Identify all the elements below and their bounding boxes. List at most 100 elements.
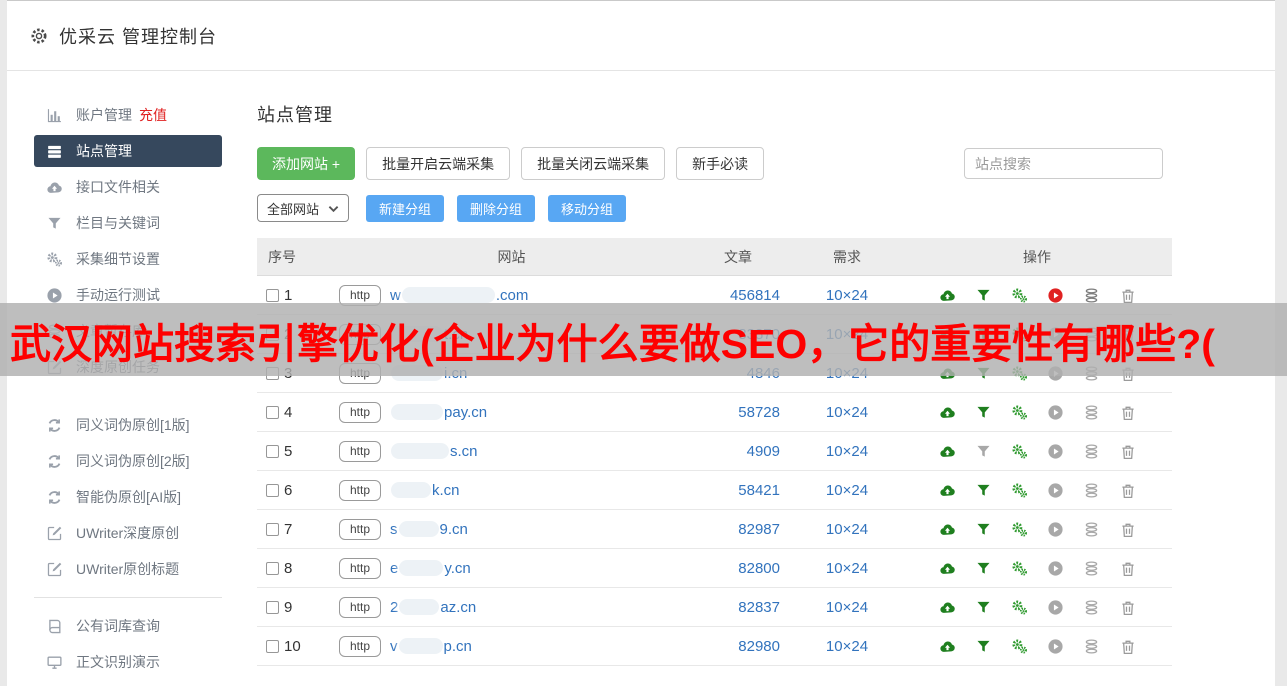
trash-icon[interactable] bbox=[1119, 287, 1136, 304]
site-domain-link[interactable]: s 9.cn bbox=[390, 521, 468, 538]
database-icon[interactable] bbox=[1083, 287, 1100, 304]
new-group-button[interactable]: 新建分组 bbox=[366, 194, 445, 222]
http-protocol-chip[interactable]: http bbox=[339, 635, 382, 657]
cloud-upload-icon[interactable] bbox=[939, 287, 956, 304]
filter-icon[interactable] bbox=[975, 482, 992, 499]
filter-icon[interactable] bbox=[975, 287, 992, 304]
filter-icon[interactable] bbox=[975, 560, 992, 577]
cloud-upload-icon[interactable] bbox=[939, 521, 956, 538]
site-domain-link[interactable]: e y.cn bbox=[390, 560, 471, 577]
row-checkbox[interactable] bbox=[266, 639, 279, 653]
sidebar-item-1-2[interactable]: 智能伪原创[AI版] bbox=[34, 479, 222, 515]
http-protocol-chip[interactable]: http bbox=[339, 479, 382, 501]
recharge-link[interactable]: 充值 bbox=[139, 105, 167, 125]
play-icon[interactable] bbox=[1047, 599, 1064, 616]
trash-icon[interactable] bbox=[1119, 599, 1136, 616]
row-checkbox[interactable] bbox=[266, 444, 279, 458]
batch-close-collect-button[interactable]: 批量关闭云端采集 bbox=[521, 147, 666, 180]
sidebar-item-2-1[interactable]: 正文识别演示 bbox=[34, 644, 222, 680]
cloud-upload-icon[interactable] bbox=[939, 638, 956, 655]
gears-icon[interactable] bbox=[1011, 599, 1028, 616]
database-icon[interactable] bbox=[1083, 638, 1100, 655]
filter-icon[interactable] bbox=[975, 599, 992, 616]
cloud-upload-icon[interactable] bbox=[939, 599, 956, 616]
sidebar-item-1-4[interactable]: UWriter原创标题 bbox=[34, 551, 222, 587]
row-checkbox[interactable] bbox=[266, 600, 279, 614]
filter-icon[interactable] bbox=[975, 521, 992, 538]
sidebar-item-0-1[interactable]: 站点管理 bbox=[34, 135, 222, 167]
row-checkbox[interactable] bbox=[266, 288, 279, 302]
sidebar-item-0-4[interactable]: 采集细节设置 bbox=[34, 241, 222, 277]
trash-icon[interactable] bbox=[1119, 521, 1136, 538]
cloud-upload-icon[interactable] bbox=[939, 560, 956, 577]
filter-icon[interactable] bbox=[975, 404, 992, 421]
row-checkbox[interactable] bbox=[266, 405, 279, 419]
gears-icon[interactable] bbox=[1011, 521, 1028, 538]
article-count-link[interactable]: 82837 bbox=[684, 599, 792, 616]
play-icon[interactable] bbox=[1047, 443, 1064, 460]
article-count-link[interactable]: 58421 bbox=[684, 482, 792, 499]
trash-icon[interactable] bbox=[1119, 638, 1136, 655]
gears-icon[interactable] bbox=[1011, 287, 1028, 304]
gears-icon[interactable] bbox=[1011, 404, 1028, 421]
group-select[interactable]: 全部网站 bbox=[257, 194, 349, 222]
gears-icon[interactable] bbox=[1011, 638, 1028, 655]
filter-icon[interactable] bbox=[975, 443, 992, 460]
site-domain-link[interactable]: s.cn bbox=[390, 443, 478, 460]
site-domain-link[interactable]: w .com bbox=[390, 287, 528, 304]
filter-icon[interactable] bbox=[975, 638, 992, 655]
site-domain-link[interactable]: k.cn bbox=[390, 482, 460, 499]
play-icon[interactable] bbox=[1047, 521, 1064, 538]
article-count-link[interactable]: 82980 bbox=[684, 638, 792, 655]
article-count-link[interactable]: 4909 bbox=[684, 443, 792, 460]
article-count-link[interactable]: 82800 bbox=[684, 560, 792, 577]
delete-group-button[interactable]: 删除分组 bbox=[457, 194, 536, 222]
sidebar-item-1-1[interactable]: 同义词伪原创[2版] bbox=[34, 443, 222, 479]
article-count-link[interactable]: 58728 bbox=[684, 404, 792, 421]
sidebar-item-0-3[interactable]: 栏目与关键词 bbox=[34, 205, 222, 241]
gears-icon[interactable] bbox=[1011, 443, 1028, 460]
database-icon[interactable] bbox=[1083, 599, 1100, 616]
database-icon[interactable] bbox=[1083, 404, 1100, 421]
trash-icon[interactable] bbox=[1119, 560, 1136, 577]
cloud-upload-icon[interactable] bbox=[939, 404, 956, 421]
trash-icon[interactable] bbox=[1119, 443, 1136, 460]
trash-icon[interactable] bbox=[1119, 404, 1136, 421]
gears-icon[interactable] bbox=[1011, 560, 1028, 577]
cloud-upload-icon[interactable] bbox=[939, 443, 956, 460]
cloud-upload-icon[interactable] bbox=[939, 482, 956, 499]
gears-icon[interactable] bbox=[1011, 482, 1028, 499]
site-domain-link[interactable]: 2 az.cn bbox=[390, 599, 476, 616]
row-checkbox[interactable] bbox=[266, 483, 279, 497]
http-protocol-chip[interactable]: http bbox=[339, 596, 382, 618]
row-checkbox[interactable] bbox=[266, 522, 279, 536]
sidebar-item-2-0[interactable]: 公有词库查询 bbox=[34, 608, 222, 644]
play-icon[interactable] bbox=[1047, 482, 1064, 499]
site-search-input[interactable] bbox=[964, 148, 1163, 179]
database-icon[interactable] bbox=[1083, 482, 1100, 499]
play-icon[interactable] bbox=[1047, 287, 1064, 304]
play-icon[interactable] bbox=[1047, 560, 1064, 577]
database-icon[interactable] bbox=[1083, 560, 1100, 577]
sidebar-item-1-0[interactable]: 同义词伪原创[1版] bbox=[34, 407, 222, 443]
row-checkbox[interactable] bbox=[266, 561, 279, 575]
database-icon[interactable] bbox=[1083, 443, 1100, 460]
batch-open-collect-button[interactable]: 批量开启云端采集 bbox=[366, 147, 511, 180]
http-protocol-chip[interactable]: http bbox=[339, 518, 382, 540]
move-group-button[interactable]: 移动分组 bbox=[548, 194, 627, 222]
sidebar-item-1-3[interactable]: UWriter深度原创 bbox=[34, 515, 222, 551]
newbie-guide-button[interactable]: 新手必读 bbox=[676, 147, 765, 180]
article-count-link[interactable]: 456814 bbox=[684, 287, 792, 304]
play-icon[interactable] bbox=[1047, 404, 1064, 421]
add-site-button[interactable]: 添加网站 + bbox=[257, 147, 356, 180]
http-protocol-chip[interactable]: http bbox=[339, 401, 382, 423]
site-domain-link[interactable]: v p.cn bbox=[390, 638, 472, 655]
trash-icon[interactable] bbox=[1119, 482, 1136, 499]
site-domain-link[interactable]: pay.cn bbox=[390, 404, 487, 421]
sidebar-item-0-2[interactable]: 接口文件相关 bbox=[34, 169, 222, 205]
play-icon[interactable] bbox=[1047, 638, 1064, 655]
http-protocol-chip[interactable]: http bbox=[339, 440, 382, 462]
sidebar-item-0-0[interactable]: 账户管理 充值 bbox=[34, 97, 222, 133]
article-count-link[interactable]: 82987 bbox=[684, 521, 792, 538]
database-icon[interactable] bbox=[1083, 521, 1100, 538]
